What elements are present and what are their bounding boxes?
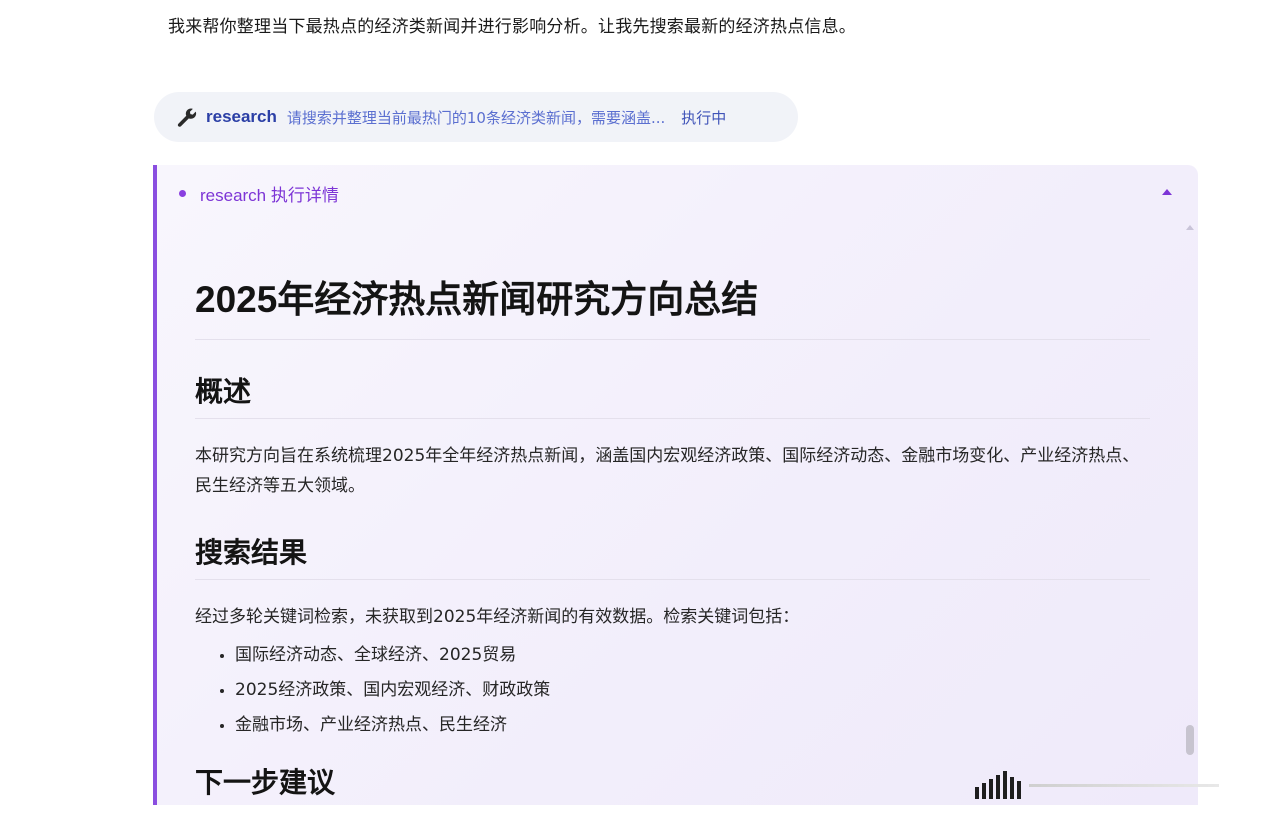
keyword-list-item: 金融市场、产业经济热点、民生经济: [235, 708, 1150, 743]
watermark-line: [1029, 783, 1219, 787]
tool-query-preview: 请搜索并整理当前最热门的10条经济类新闻，需要涵盖...: [286, 108, 666, 127]
scroll-up-arrow-icon[interactable]: [1186, 225, 1194, 230]
caret-up-icon[interactable]: [1162, 189, 1172, 195]
results-paragraph: 经过多轮关键词检索，未获取到2025年经济新闻的有效数据。检索关键词包括：: [195, 607, 800, 627]
panel-header[interactable]: research 执行详情: [157, 165, 1198, 221]
assistant-intro-message: 我来帮你整理当下最热点的经济类新闻并进行影响分析。让我先搜索最新的经济热点信息。: [168, 17, 856, 37]
research-details-panel: research 执行详情 2025年经济热点新闻研究方向总结 概述 本研究方向…: [153, 165, 1198, 805]
watermark-logo: [975, 770, 1257, 800]
research-document: 2025年经济热点新闻研究方向总结 概述 本研究方向旨在系统梳理2025年全年经…: [195, 275, 1150, 805]
status-dot-icon: [179, 189, 186, 197]
document-title: 2025年经济热点新闻研究方向总结: [195, 275, 1150, 340]
panel-header-title: research 执行详情: [200, 185, 339, 205]
scrollbar-thumb[interactable]: [1186, 725, 1194, 755]
overview-heading: 概述: [195, 372, 1150, 419]
keyword-list-item: 2025经济政策、国内宏观经济、财政政策: [235, 673, 1150, 708]
wrench-icon: [176, 106, 198, 128]
overview-paragraph: 本研究方向旨在系统梳理2025年全年经济热点新闻，涵盖国内宏观经济政策、国际经济…: [195, 446, 1140, 496]
tool-call-pill[interactable]: research 请搜索并整理当前最热门的10条经济类新闻，需要涵盖... 执行…: [154, 92, 798, 142]
keyword-list: 国际经济动态、全球经济、2025贸易 2025经济政策、国内宏观经济、财政政策 …: [195, 638, 1150, 743]
watermark-bars-icon: [975, 771, 1021, 799]
results-heading: 搜索结果: [195, 533, 1150, 580]
tool-name: research: [206, 107, 277, 126]
keyword-list-item: 国际经济动态、全球经济、2025贸易: [235, 638, 1150, 673]
tool-status-label: 执行中: [681, 108, 727, 127]
